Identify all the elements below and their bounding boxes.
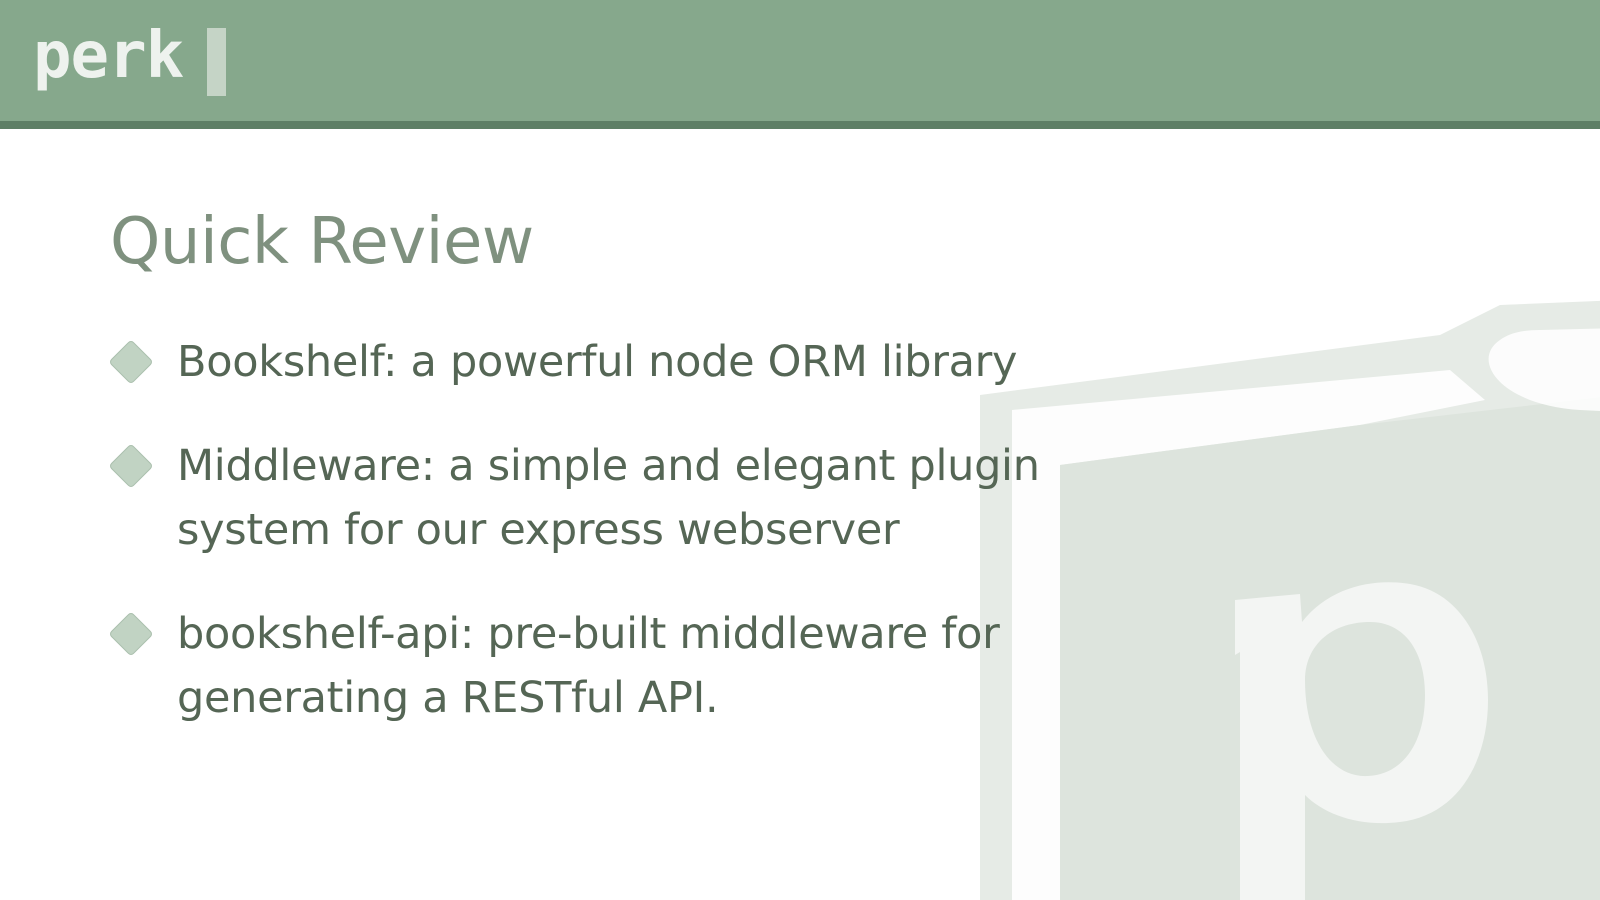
diamond-bullet-icon [108,611,154,657]
diamond-bullet-icon [108,443,154,489]
bullet-text: bookshelf-api: pre-built middleware for … [177,609,1000,723]
bullet-text: Bookshelf: a powerful node ORM library [177,337,1018,387]
page-title: Quick Review [110,205,534,279]
logo-cursor-block [207,28,226,96]
diamond-bullet-icon [108,339,154,385]
bullet-text: Middleware: a simple and elegant plugin … [177,441,1040,555]
list-item: bookshelf-api: pre-built middleware for … [108,602,1110,730]
list-item: Middleware: a simple and elegant plugin … [108,434,1110,562]
list-item: Bookshelf: a powerful node ORM library [108,330,1110,394]
bullet-list: Bookshelf: a powerful node ORM library M… [108,330,1110,730]
perk-logo: perk [33,19,184,93]
header-bar: perk [0,0,1600,129]
slide: perk Quick Review Bookshelf: a powerful … [0,0,1600,900]
